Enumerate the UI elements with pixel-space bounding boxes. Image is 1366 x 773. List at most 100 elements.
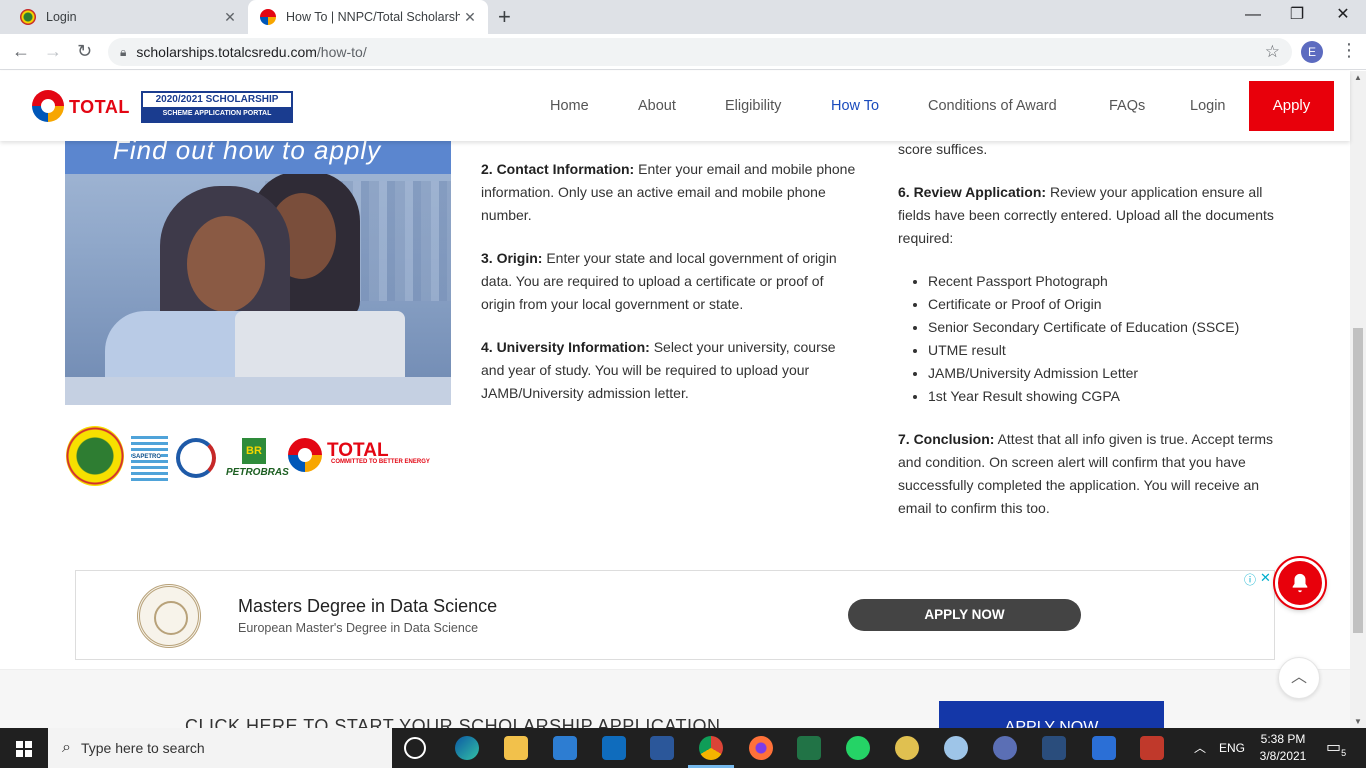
cnooc-logo-icon (176, 438, 216, 478)
ad-title[interactable]: Masters Degree in Data Science (238, 596, 497, 617)
hero-banner-text: Find out how to apply (113, 141, 382, 165)
page-scrollbar[interactable]: ▲ ▼ (1350, 71, 1366, 728)
back-to-top-button[interactable]: ︿ (1278, 657, 1320, 699)
new-tab-icon[interactable]: + (498, 6, 511, 28)
windows-taskbar: ⌕ Type here to search ︿ ENG 5:38 PM 3/8/… (0, 728, 1366, 768)
firefox-icon[interactable] (749, 736, 773, 760)
total-logo-icon[interactable] (32, 90, 64, 122)
clock-date: 3/8/2021 (1259, 749, 1307, 763)
restore-icon[interactable]: ❐ (1274, 4, 1320, 26)
nnpc-logo-icon (66, 426, 124, 486)
search-icon: ⌕ (62, 739, 71, 756)
ad-apply-now-button[interactable]: APPLY NOW (848, 599, 1081, 631)
step-review-application: 6. Review Application: Review your appli… (898, 184, 1274, 246)
minimize-icon[interactable]: — (1230, 4, 1276, 26)
site-logo-text[interactable]: TOTAL (69, 97, 130, 118)
ad-close-icon[interactable]: ✕ (1260, 570, 1271, 586)
taskbar-search-box[interactable]: ⌕ Type here to search (48, 728, 392, 768)
task-view-icon[interactable] (404, 737, 426, 759)
tab-close-icon[interactable]: ✕ (220, 9, 240, 26)
nnpc-favicon-icon (20, 9, 36, 25)
word-icon[interactable] (650, 736, 674, 760)
badge-top-text: 2020/2021 SCHOLARSHIP (155, 94, 279, 105)
file-explorer-icon[interactable] (504, 736, 528, 760)
address-bar: ← → ↻ 🔒︎ scholarships.totalcsredu.com/ho… (0, 34, 1366, 70)
url-text: scholarships.totalcsredu.com/how-to/ (136, 44, 367, 60)
total-partner-tagline: COMMITTED TO BETTER ENERGY (331, 459, 430, 465)
scroll-down-icon[interactable]: ▼ (1354, 717, 1362, 726)
badge-bottom-text: SCHEME APPLICATION PORTAL (143, 107, 291, 121)
back-arrow-icon[interactable]: ← (12, 41, 30, 61)
step-origin: 3. Origin: Enter your state and local go… (481, 250, 837, 312)
desk-shape (65, 377, 451, 405)
presentation-icon[interactable] (1140, 736, 1164, 760)
nav-how-to[interactable]: How To (831, 81, 879, 131)
tab-close-icon[interactable]: ✕ (460, 9, 480, 26)
url-omnibox[interactable]: 🔒︎ scholarships.totalcsredu.com/how-to/ … (108, 38, 1292, 66)
bell-icon (1292, 573, 1308, 593)
tab-login[interactable]: Login ✕ (8, 0, 248, 34)
ad-info-icon[interactable]: ⓘ (1244, 571, 1256, 588)
total-favicon-icon (260, 9, 276, 25)
nav-login[interactable]: Login (1190, 81, 1225, 131)
ad-banner[interactable]: Masters Degree in Data Science European … (75, 570, 1275, 660)
notification-center-icon[interactable]: ▭5 (1326, 728, 1346, 768)
nav-about[interactable]: About (638, 81, 676, 131)
lock-icon: 🔒︎ (120, 44, 127, 59)
petrobras-logo-text: PETROBRAS (226, 467, 289, 478)
petrobras-logo-icon: BR (242, 438, 266, 464)
steps-middle-column: 2. Contact Information: Enter your email… (481, 158, 861, 425)
required-documents-list: Recent Passport Photograph Certificate o… (928, 270, 1283, 408)
bookmark-star-icon[interactable]: ☆ (1265, 42, 1280, 62)
step-overflow-text: score suffices. (898, 141, 988, 157)
site-header: TOTAL 2020/2021 SCHOLARSHIP SCHEME APPLI… (0, 71, 1350, 141)
malwarebytes-icon[interactable] (993, 736, 1017, 760)
paint-icon[interactable] (944, 736, 968, 760)
hero-image: Find out how to apply (65, 141, 451, 405)
clock-time: 5:38 PM (1260, 732, 1306, 746)
list-item: Certificate or Proof of Origin (928, 293, 1283, 316)
cta-apply-now-button[interactable]: APPLY NOW (939, 701, 1164, 728)
app-icon[interactable] (1042, 736, 1066, 760)
nav-conditions-of-award[interactable]: Conditions of Award (928, 81, 1057, 131)
tab-title: Login (46, 10, 77, 24)
sapetro-logo-icon: SAPETRO (131, 436, 168, 482)
language-indicator[interactable]: ENG (1219, 728, 1245, 768)
mail-icon[interactable] (602, 736, 626, 760)
store-icon[interactable] (553, 736, 577, 760)
search-placeholder: Type here to search (80, 740, 205, 756)
taskbar-clock[interactable]: 5:38 PM 3/8/2021 (1253, 731, 1313, 765)
business-school-seal-icon (137, 584, 201, 648)
edge-icon[interactable] (455, 736, 479, 760)
scroll-up-icon[interactable]: ▲ (1354, 73, 1362, 82)
nav-home[interactable]: Home (550, 81, 589, 131)
list-item: Recent Passport Photograph (928, 270, 1283, 293)
nav-faqs[interactable]: FAQs (1109, 81, 1145, 131)
scholarship-badge[interactable]: 2020/2021 SCHOLARSHIP SCHEME APPLICATION… (141, 91, 293, 123)
whatsapp-icon[interactable] (846, 736, 870, 760)
chevron-up-icon: ︿ (1290, 669, 1307, 686)
total-partner-logo-icon (288, 438, 322, 472)
forward-arrow-icon[interactable]: → (44, 41, 62, 61)
word-online-icon[interactable] (1092, 736, 1116, 760)
nav-eligibility[interactable]: Eligibility (725, 81, 781, 131)
tab-how-to[interactable]: How To | NNPC/Total Scholarship ✕ (248, 0, 488, 34)
excel-icon[interactable] (797, 736, 821, 760)
tab-title: How To | NNPC/Total Scholarship (286, 10, 460, 24)
notification-bell-button[interactable] (1275, 558, 1325, 608)
start-button[interactable] (0, 728, 48, 768)
chrome-icon[interactable] (699, 736, 723, 760)
list-item: UTME result (928, 339, 1283, 362)
partner-logos: SAPETRO BR PETROBRAS TOTAL COMMITTED TO … (66, 426, 436, 488)
scrollbar-thumb[interactable] (1353, 328, 1363, 633)
app-seal-icon[interactable] (895, 736, 919, 760)
window-close-icon[interactable]: ✕ (1320, 4, 1366, 26)
browser-tab-bar: Login ✕ How To | NNPC/Total Scholarship … (0, 0, 1366, 34)
list-item: JAMB/University Admission Letter (928, 362, 1283, 385)
notification-count: 5 (1341, 748, 1347, 759)
tray-chevron-up-icon[interactable]: ︿ (1194, 728, 1206, 768)
apply-button[interactable]: Apply (1249, 81, 1334, 131)
browser-menu-icon[interactable]: ⋮ (1340, 40, 1358, 61)
reload-icon[interactable]: ↻ (77, 41, 92, 61)
profile-avatar[interactable]: E (1301, 41, 1323, 63)
